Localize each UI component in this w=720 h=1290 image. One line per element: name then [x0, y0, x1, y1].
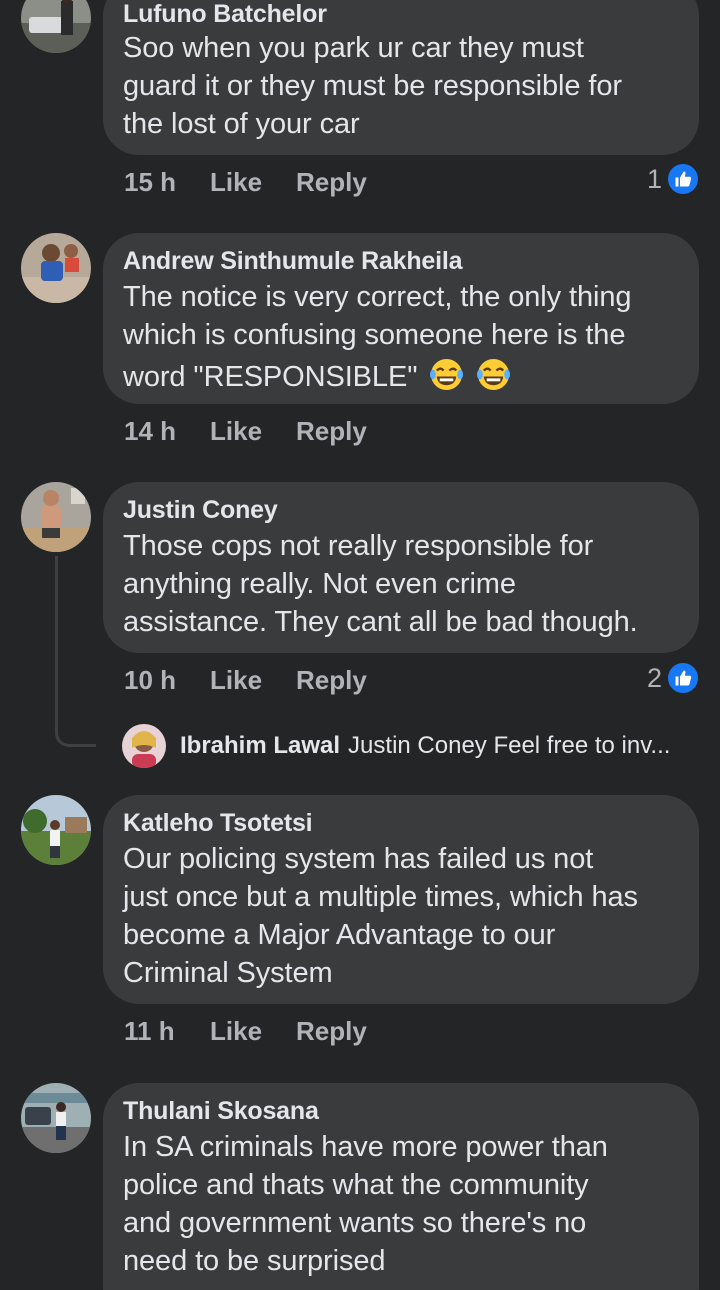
reaction-count-number: 2 — [646, 662, 662, 693]
comment-meta: 10 h Like Reply — [124, 660, 367, 700]
comment-text-line: become a Major Advantage to our — [123, 919, 556, 951]
comment-time: 11 h — [124, 1015, 175, 1046]
avatar[interactable] — [21, 482, 91, 552]
comment-time: 15 h — [124, 166, 177, 197]
comment-text-line: In SA criminals have more power than — [123, 1131, 608, 1163]
avatar[interactable] — [21, 795, 91, 865]
like-button[interactable]: Like — [210, 416, 296, 447]
comment-author[interactable]: Thulani Skosana — [123, 1097, 319, 1126]
comment-author[interactable]: Lufuno Batchelor — [123, 0, 327, 29]
like-button[interactable]: Like — [210, 1016, 296, 1047]
comment-text-line: the lost of your car — [123, 108, 360, 140]
reply-button[interactable]: Reply — [296, 416, 367, 447]
comment-text-line: The notice is very correct, the only thi… — [123, 281, 632, 313]
like-button[interactable]: Like — [210, 665, 296, 696]
comment-author[interactable]: Justin Coney — [123, 496, 278, 525]
comment-text-line: guard it or they must be responsible for — [123, 70, 622, 102]
avatar[interactable] — [21, 233, 91, 303]
reply-author[interactable]: Ibrahim Lawal — [180, 732, 340, 760]
avatar[interactable] — [21, 0, 91, 53]
comment-text-line: anything really. Not even crime — [123, 568, 516, 600]
comment-text-line: and government wants so there's no — [123, 1207, 587, 1239]
comment-text-fragment: word "RESPONSIBLE" — [123, 361, 418, 393]
reaction-count-number: 1 — [646, 163, 662, 194]
comment-time: 10 h — [124, 664, 177, 695]
comment-text-line: Our policing system has failed us not — [123, 843, 594, 875]
reply-text: Justin Coney Feel free to inv... — [348, 732, 671, 759]
comment-meta: 15 h Like Reply — [124, 162, 367, 202]
reaction-count[interactable]: 2 — [647, 658, 700, 698]
like-icon — [666, 661, 700, 695]
laughing-tears-emoji — [477, 358, 511, 391]
comment-text-line: police and thats what the community — [123, 1169, 589, 1201]
comment-bubble: Andrew Sinthumule Rakheila The notice is… — [103, 233, 699, 404]
like-button[interactable]: Like — [210, 167, 296, 198]
comment-time: 14 h — [124, 415, 177, 446]
like-icon — [666, 162, 700, 196]
comment-text-line: just once but a multiple times, which ha… — [123, 881, 638, 913]
comment-meta: 14 h Like Reply — [124, 411, 367, 451]
comment-bubble: Justin Coney Those cops not really respo… — [103, 482, 699, 653]
comment-text-line: word "RESPONSIBLE" — [123, 357, 511, 394]
comment-text-line: assistance. They cant all be bad though. — [123, 606, 638, 638]
avatar[interactable] — [122, 724, 166, 768]
thread-connector — [55, 556, 96, 747]
reply-preview[interactable]: Ibrahim Lawal Justin Coney Feel free to … — [122, 724, 670, 768]
avatar[interactable] — [21, 1083, 91, 1153]
comment-text-line: Those cops not really responsible for — [123, 530, 594, 562]
comment-meta: 11 h Like Reply — [124, 1011, 367, 1051]
comments-screen: Lufuno Batchelor Soo when you park ur ca… — [0, 0, 720, 1290]
comment-author[interactable]: Katleho Tsotetsi — [123, 809, 313, 838]
comment-text-line: Soo when you park ur car they must — [123, 32, 584, 64]
reply-button[interactable]: Reply — [296, 167, 367, 198]
comment-text-line: which is confusing someone here is the — [123, 319, 626, 351]
comment-author[interactable]: Andrew Sinthumule Rakheila — [123, 247, 463, 276]
reply-button[interactable]: Reply — [296, 665, 367, 696]
comment-bubble: Katleho Tsotetsi Our policing system has… — [103, 795, 699, 1004]
reply-button[interactable]: Reply — [296, 1016, 367, 1047]
comment-bubble: Lufuno Batchelor Soo when you park ur ca… — [103, 0, 699, 155]
laughing-tears-emoji — [430, 358, 464, 391]
comment-text-line: Criminal System — [123, 957, 333, 989]
comment-text-line: need to be surprised — [123, 1245, 386, 1277]
reaction-count[interactable]: 1 — [647, 159, 700, 199]
comment-bubble: Thulani Skosana In SA criminals have mor… — [103, 1083, 699, 1290]
